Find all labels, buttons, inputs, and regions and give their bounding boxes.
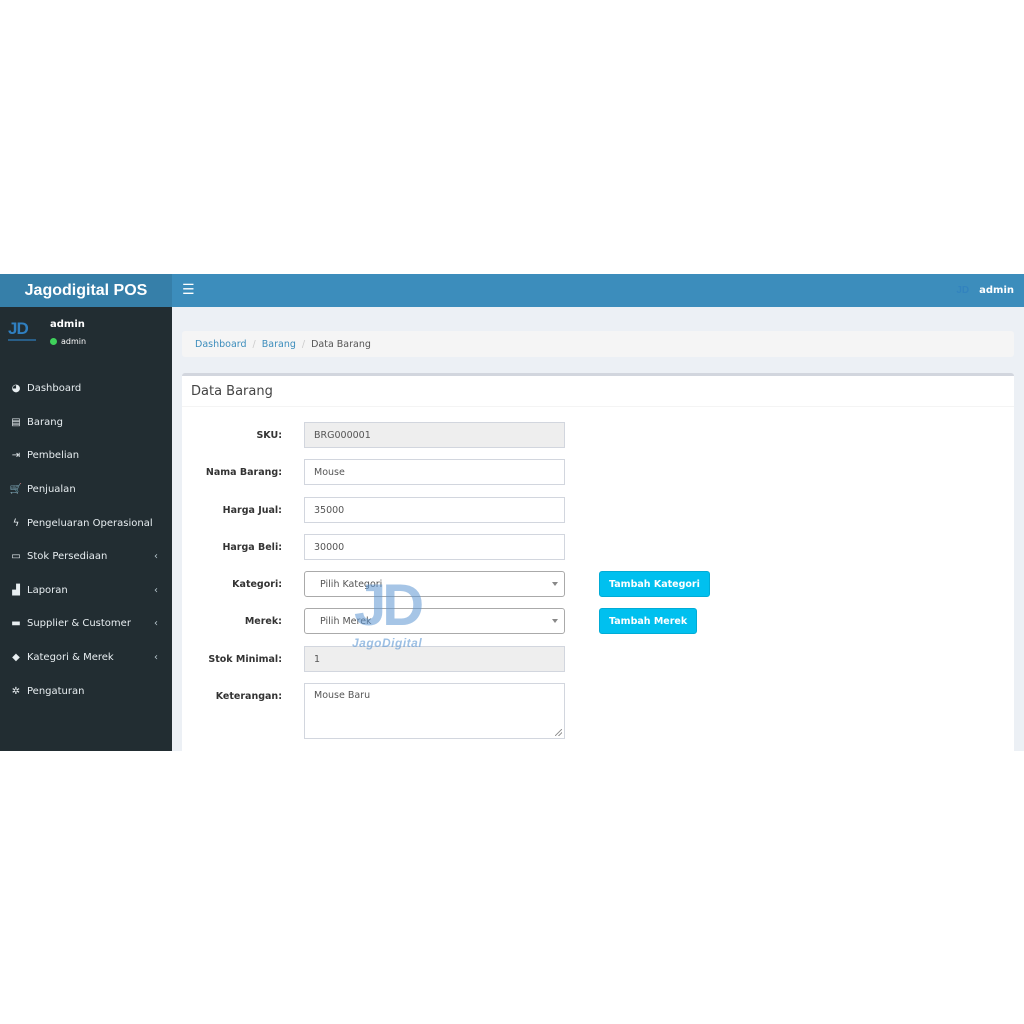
bar-chart-icon: ▟: [12, 584, 20, 596]
breadcrumb-current: Data Barang: [311, 338, 371, 350]
harga-jual-field[interactable]: 35000: [304, 497, 565, 523]
user-panel-status: admin: [50, 337, 86, 346]
merek-select-value: Pilih Merek: [320, 615, 372, 627]
top-navbar: ☰ JD admin: [172, 274, 1024, 307]
merek-select[interactable]: Pilih Merek: [304, 608, 565, 634]
dropdown-caret-icon: [552, 619, 558, 623]
harga-beli-field[interactable]: 30000: [304, 534, 565, 560]
user-panel-avatar: JD: [8, 320, 36, 346]
bolt-icon: ϟ: [12, 517, 20, 529]
data-barang-box: Data Barang SKU: BRG000001 Nama Barang: …: [182, 373, 1014, 751]
chevron-left-icon: ‹: [154, 651, 158, 663]
sku-field[interactable]: BRG000001: [304, 422, 565, 448]
dropdown-caret-icon: [552, 582, 558, 586]
keterangan-textarea[interactable]: Mouse Baru: [304, 683, 565, 739]
form-row-harga-beli: Harga Beli: 30000: [182, 534, 1014, 560]
sidebar-menu: ◕ Dashboard ▤ Barang ⇥ Pembelian 🛒 Penju…: [0, 372, 172, 708]
app-window: Jagodigital POS ☰ JD admin JD admin admi…: [0, 274, 1024, 751]
dashboard-icon: ◕: [11, 383, 21, 395]
form-row-sku: SKU: BRG000001: [182, 422, 1014, 448]
box-title: Data Barang: [182, 376, 1014, 407]
kategori-select[interactable]: Pilih Kategori: [304, 571, 565, 597]
kategori-label: Kategori:: [232, 578, 282, 590]
avatar-logo-underline: [8, 339, 36, 341]
harga-jual-label: Harga Jual:: [222, 504, 282, 516]
user-panel-name: admin: [50, 319, 85, 330]
form-row-kategori: Kategori: Pilih Kategori Tambah Kategori: [182, 571, 1014, 597]
form-row-keterangan: Keterangan: Mouse Baru: [182, 683, 1014, 739]
tag-icon: ◆: [12, 652, 20, 664]
user-menu-name: admin: [979, 285, 1014, 296]
sidebar-item-penjualan[interactable]: 🛒 Penjualan: [0, 473, 172, 507]
sidebar-item-pengeluaran-operasional[interactable]: ϟ Pengeluaran Operasional: [0, 506, 172, 540]
sign-in-icon: ⇥: [11, 450, 21, 462]
user-avatar: JD: [956, 285, 970, 296]
sidebar-item-dashboard[interactable]: ◕ Dashboard: [0, 372, 172, 406]
breadcrumb-barang-link[interactable]: Barang: [262, 339, 296, 350]
sidebar-item-label: Pengaturan: [27, 685, 85, 697]
sidebar-item-label: Stok Persediaan: [27, 551, 108, 563]
cart-icon: 🛒: [9, 484, 23, 496]
user-panel: JD admin admin: [0, 307, 172, 367]
sku-label: SKU:: [256, 429, 282, 441]
sidebar-item-barang[interactable]: ▤ Barang: [0, 406, 172, 440]
main-content: Dashboard / Barang / Data Barang Data Ba…: [172, 307, 1024, 751]
breadcrumb: Dashboard / Barang / Data Barang: [182, 331, 1014, 357]
inbox-icon: ▭: [11, 551, 21, 563]
sidebar-item-label: Penjualan: [27, 484, 76, 496]
keterangan-label: Keterangan:: [215, 690, 282, 702]
breadcrumb-dashboard-link[interactable]: Dashboard: [195, 339, 247, 350]
avatar-logo-text: JD: [8, 319, 29, 338]
form-row-nama-barang: Nama Barang: Mouse: [182, 459, 1014, 485]
sidebar-item-stok-persediaan[interactable]: ▭ Stok Persediaan ‹: [0, 540, 172, 574]
sidebar-item-kategori-merek[interactable]: ◆ Kategori & Merek ‹: [0, 641, 172, 675]
form-row-stok-minimal: Stok Minimal: 1: [182, 646, 1014, 672]
sidebar-item-label: Barang: [27, 416, 63, 428]
nama-barang-field[interactable]: Mouse: [304, 459, 565, 485]
stok-minimal-label: Stok Minimal:: [208, 653, 282, 665]
stok-minimal-field[interactable]: 1: [304, 646, 565, 672]
chevron-left-icon: ‹: [154, 550, 158, 562]
chevron-left-icon: ‹: [154, 584, 158, 596]
form-row-merek: Merek: Pilih Merek Tambah Merek: [182, 608, 1014, 634]
sidebar-item-label: Laporan: [27, 584, 68, 596]
breadcrumb-separator: /: [252, 338, 256, 350]
form-row-harga-jual: Harga Jual: 35000: [182, 497, 1014, 523]
tambah-kategori-button[interactable]: Tambah Kategori: [599, 571, 710, 597]
user-panel-role: admin: [61, 337, 87, 346]
harga-beli-label: Harga Beli:: [222, 541, 282, 553]
sidebar-item-pengaturan[interactable]: ✲ Pengaturan: [0, 674, 172, 708]
sidebar: JD admin admin ◕ Dashboard ▤ Barang ⇥ Pe…: [0, 307, 172, 751]
nama-barang-label: Nama Barang:: [205, 466, 282, 478]
sidebar-item-label: Pengeluaran Operasional: [27, 517, 153, 529]
online-status-dot-icon: [50, 338, 57, 345]
folder-icon: ▬: [11, 618, 21, 630]
sidebar-item-label: Kategori & Merek: [27, 652, 114, 664]
gear-icon: ✲: [11, 685, 21, 697]
sidebar-item-label: Supplier & Customer: [27, 618, 131, 630]
table-icon: ▤: [11, 416, 21, 428]
breadcrumb-separator: /: [301, 338, 306, 350]
keterangan-value: Mouse Baru: [314, 690, 371, 701]
sidebar-item-label: Pembelian: [27, 450, 80, 462]
sidebar-item-laporan[interactable]: ▟ Laporan ‹: [0, 574, 172, 608]
sidebar-item-supplier-customer[interactable]: ▬ Supplier & Customer ‹: [0, 607, 172, 641]
sidebar-item-pembelian[interactable]: ⇥ Pembelian: [0, 439, 172, 473]
sidebar-item-label: Dashboard: [27, 383, 82, 395]
chevron-left-icon: ‹: [154, 618, 158, 630]
menu-toggle-icon[interactable]: ☰: [182, 282, 196, 298]
tambah-merek-button[interactable]: Tambah Merek: [599, 608, 698, 634]
resize-grip-icon[interactable]: [555, 729, 562, 736]
user-menu[interactable]: JD admin: [956, 274, 1014, 307]
kategori-select-value: Pilih Kategori: [320, 578, 383, 590]
merek-label: Merek:: [244, 615, 282, 627]
app-logo[interactable]: Jagodigital POS: [0, 274, 172, 307]
